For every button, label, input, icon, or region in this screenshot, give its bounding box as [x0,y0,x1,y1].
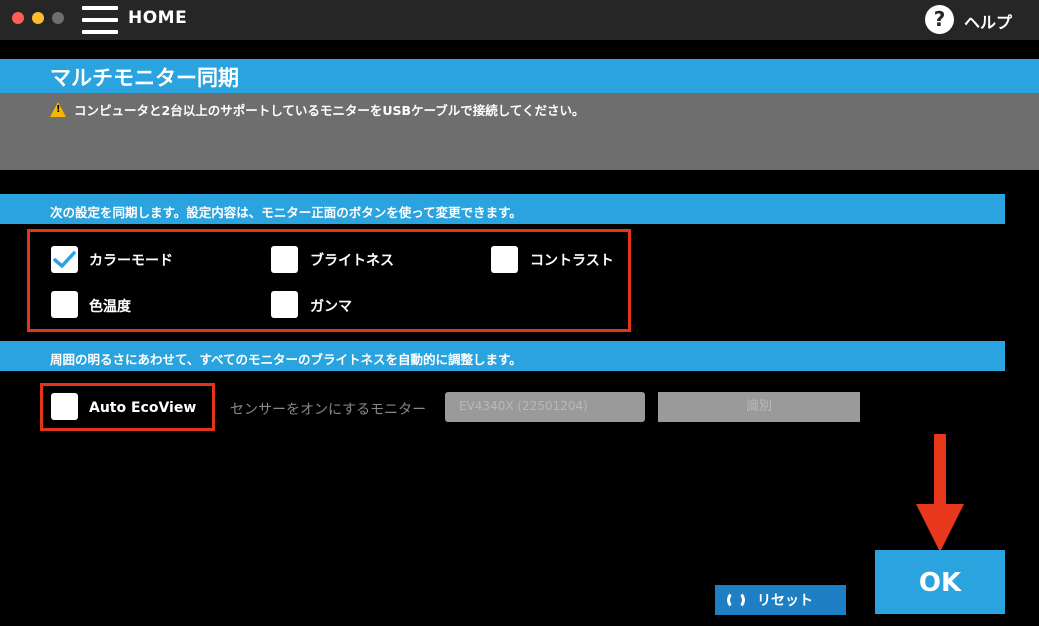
contrast-label: コントラスト [530,253,614,269]
window-close-button[interactable] [12,12,24,24]
reset-button[interactable]: リセット [715,585,846,615]
contrast-checkbox[interactable] [491,246,518,273]
auto-ecoview-checkbox[interactable] [51,393,78,420]
sync-options-highlight [27,229,631,332]
color-mode-checkbox[interactable] [51,246,78,273]
sync-section-heading: 次の設定を同期します。設定内容は、モニター正面のボタンを使って変更できます。 [0,194,1005,224]
auto-heading-text: 周囲の明るさにあわせて、すべてのモニターのブライトネスを自動的に調整します。 [50,352,522,367]
help-link[interactable]: ヘルプ [964,9,1012,33]
color-temperature-checkbox[interactable] [51,291,78,318]
sync-heading-text: 次の設定を同期します。設定内容は、モニター正面のボタンを使って変更できます。 [50,205,522,220]
color-temperature-label: 色温度 [89,299,131,315]
reset-label: リセット [757,593,813,609]
sensor-monitor-label: センサーをオンにするモニター [230,402,427,418]
gamma-label: ガンマ [310,299,352,315]
ok-button[interactable]: OK [875,550,1005,614]
title-bar: HOME ? ヘルプ [0,0,1039,40]
home-link[interactable]: HOME [128,8,187,28]
sensor-monitor-select[interactable]: EV4340X (22501204) [445,392,645,422]
brightness-label: ブライトネス [310,253,394,269]
window-minimize-button[interactable] [32,12,44,24]
checkmark-icon [53,251,76,268]
page-title: マルチモニター同期 [50,66,239,90]
warning-message: コンピュータと2台以上のサポートしているモニターをUSBケーブルで接続してくださ… [50,100,585,119]
window-maximize-button[interactable] [52,12,64,24]
identify-button[interactable]: 識別 [658,392,860,422]
auto-section-heading: 周囲の明るさにあわせて、すべてのモニターのブライトネスを自動的に調整します。 [0,341,1005,371]
color-mode-label: カラーモード [89,253,173,269]
warning-icon [50,102,66,117]
help-icon[interactable]: ? [925,5,954,34]
brightness-checkbox[interactable] [271,246,298,273]
gamma-checkbox[interactable] [271,291,298,318]
refresh-icon [727,591,745,609]
annotation-arrow [934,434,946,506]
annotation-arrow-head [916,504,964,552]
hamburger-menu-icon[interactable] [82,6,118,34]
warning-text: コンピュータと2台以上のサポートしているモニターをUSBケーブルで接続してくださ… [74,103,585,118]
auto-ecoview-label: Auto EcoView [89,400,197,416]
